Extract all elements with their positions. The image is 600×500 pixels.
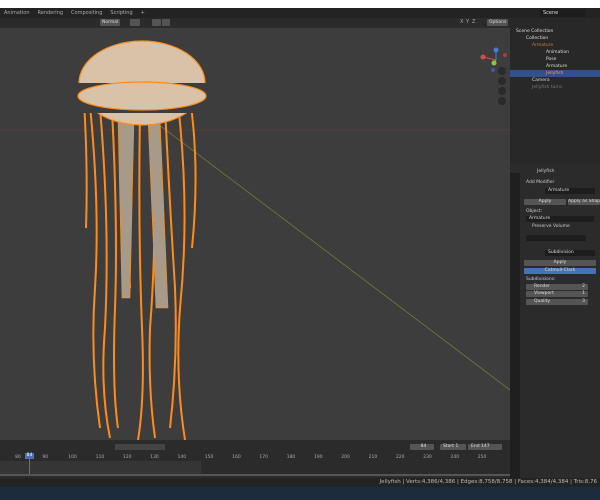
- axis-y[interactable]: Y: [466, 19, 469, 25]
- apply-as-shape-button[interactable]: Apply as Shape: [568, 199, 600, 205]
- frame-tick: 180: [286, 455, 296, 460]
- frame-tick: 140: [177, 455, 187, 460]
- outliner-item[interactable]: Pose: [546, 56, 600, 63]
- item-label: Jellyfish turns: [532, 85, 563, 90]
- axis-z[interactable]: Z: [472, 19, 475, 25]
- status-bar: Jellyfish | Verts:4,386/4,386 | Edges:8,…: [0, 478, 600, 487]
- pivot-icon[interactable]: [130, 19, 140, 26]
- outliner-item[interactable]: Armature: [532, 42, 600, 49]
- viewport-levels-field[interactable]: Viewport 1: [526, 291, 588, 297]
- start-label: Start: [443, 444, 454, 449]
- frame-tick: 80: [15, 455, 21, 460]
- object-label: Object:: [526, 209, 543, 214]
- render-label: Render: [534, 284, 551, 289]
- outliner-item-selected[interactable]: Jellyfish: [510, 70, 600, 77]
- start-value: 1: [455, 444, 459, 449]
- zoom-icon: [498, 67, 506, 75]
- object-name: Jellyfish: [537, 169, 555, 174]
- end-value: 147: [481, 444, 490, 449]
- outliner-item[interactable]: Animation: [546, 49, 600, 56]
- frame-tick: 100: [68, 455, 77, 460]
- viewport-label: Viewport: [534, 291, 554, 296]
- tab-animation[interactable]: Animation: [0, 10, 34, 16]
- viewport-header: Normal X Y Z Options: [0, 18, 510, 28]
- viewport-value: 1: [582, 291, 585, 296]
- os-taskbar: [0, 487, 600, 500]
- render-levels-field[interactable]: Render 2: [526, 284, 588, 290]
- frame-tick: 190: [314, 455, 323, 460]
- properties-tabs[interactable]: [510, 173, 520, 478]
- outliner-item[interactable]: Camera: [532, 77, 600, 84]
- inner-arms: [117, 117, 169, 309]
- snap-icon[interactable]: [152, 19, 161, 26]
- quality-label: Quality: [534, 299, 551, 304]
- apply-button[interactable]: Apply: [524, 199, 566, 205]
- start-frame-field[interactable]: Start 1: [440, 444, 466, 450]
- frame-tick: 160: [232, 455, 241, 460]
- item-label: Camera: [532, 78, 550, 83]
- end-frame-field[interactable]: End 147: [468, 444, 502, 450]
- tab-rendering[interactable]: Rendering: [34, 10, 68, 16]
- outliner-item[interactable]: Scene Collection: [516, 28, 600, 35]
- frame-tick: 170: [259, 455, 268, 460]
- scene-selector[interactable]: Scene: [540, 9, 585, 17]
- camera-view-icon: [498, 87, 506, 95]
- render-value: 2: [582, 284, 585, 289]
- top-bar: Animation Rendering Compositing Scriptin…: [0, 8, 600, 18]
- frame-tick: 230: [423, 455, 432, 460]
- jellyfish-mesh[interactable]: [0, 28, 510, 440]
- catmull-clark-button[interactable]: Catmull-Clark: [524, 268, 596, 274]
- properties-editor: Jellyfish Add Modifier Armature Apply Ap…: [510, 163, 600, 478]
- frame-tick: 130: [150, 455, 159, 460]
- tab-compositing[interactable]: Compositing: [67, 10, 106, 16]
- quality-value: 3: [582, 299, 585, 304]
- frame-tick: 220: [395, 455, 405, 460]
- frame-tick: 120: [122, 455, 132, 460]
- frame-tick: 110: [95, 455, 105, 460]
- proportional-edit-icon[interactable]: [162, 19, 170, 26]
- item-label: Collection: [526, 36, 549, 41]
- frame-tick: 210: [368, 455, 378, 460]
- quality-field[interactable]: Quality 3: [526, 299, 588, 305]
- 3d-viewport[interactable]: [0, 28, 510, 440]
- playhead-line: [29, 459, 30, 475]
- tentacles: [83, 97, 197, 440]
- subdivisions-label: Subdivisions:: [526, 277, 556, 282]
- frame-tick: 250: [477, 455, 487, 460]
- add-workspace-button[interactable]: +: [137, 10, 149, 16]
- subdivision-modifier-name[interactable]: Subdivision: [545, 250, 595, 256]
- options-dropdown[interactable]: Options: [487, 19, 509, 26]
- outliner-item[interactable]: Collection: [526, 35, 600, 42]
- item-label: Animation: [546, 50, 569, 55]
- timeline[interactable]: 84 Start 1 End 147 80 90 100 110 120 130 140 15…: [0, 440, 510, 478]
- armature-modifier-name[interactable]: Armature: [545, 188, 595, 194]
- orientation-dropdown[interactable]: Normal: [100, 19, 121, 26]
- end-label: End: [471, 444, 480, 449]
- playback-controls[interactable]: [115, 444, 165, 450]
- item-label: Scene Collection: [516, 29, 554, 34]
- ortho-toggle-icon: [498, 97, 506, 105]
- apply-subdivision-button[interactable]: Apply: [524, 260, 596, 266]
- item-label: Armature: [532, 43, 554, 48]
- outliner-item[interactable]: Armature: [546, 63, 600, 70]
- frame-tick: 150: [204, 455, 214, 460]
- item-label: Pose: [546, 57, 557, 62]
- axis-x[interactable]: X: [460, 19, 463, 25]
- frame-tick: 200: [341, 455, 350, 460]
- pan-icon: [498, 77, 506, 85]
- current-frame-field[interactable]: 84: [410, 444, 434, 450]
- tab-scripting[interactable]: Scripting: [106, 10, 136, 16]
- item-label: Jellyfish: [546, 71, 564, 76]
- frame-tick: 240: [450, 455, 460, 460]
- frame-tick: 90: [42, 455, 49, 460]
- preserve-volume-checkbox[interactable]: Preserve Volume: [532, 224, 570, 229]
- timeline-scrollbar[interactable]: [0, 474, 510, 476]
- object-field[interactable]: Armature: [526, 216, 594, 222]
- item-label: Armature: [546, 64, 568, 69]
- outliner-item[interactable]: Jellyfish turns: [532, 84, 600, 91]
- scene-stats: Jellyfish | Verts:4,386/4,386 | Edges:8,…: [379, 479, 597, 485]
- vertex-group-field[interactable]: [526, 235, 586, 241]
- frame-range: [0, 461, 201, 474]
- add-modifier-button[interactable]: Add Modifier: [526, 180, 554, 185]
